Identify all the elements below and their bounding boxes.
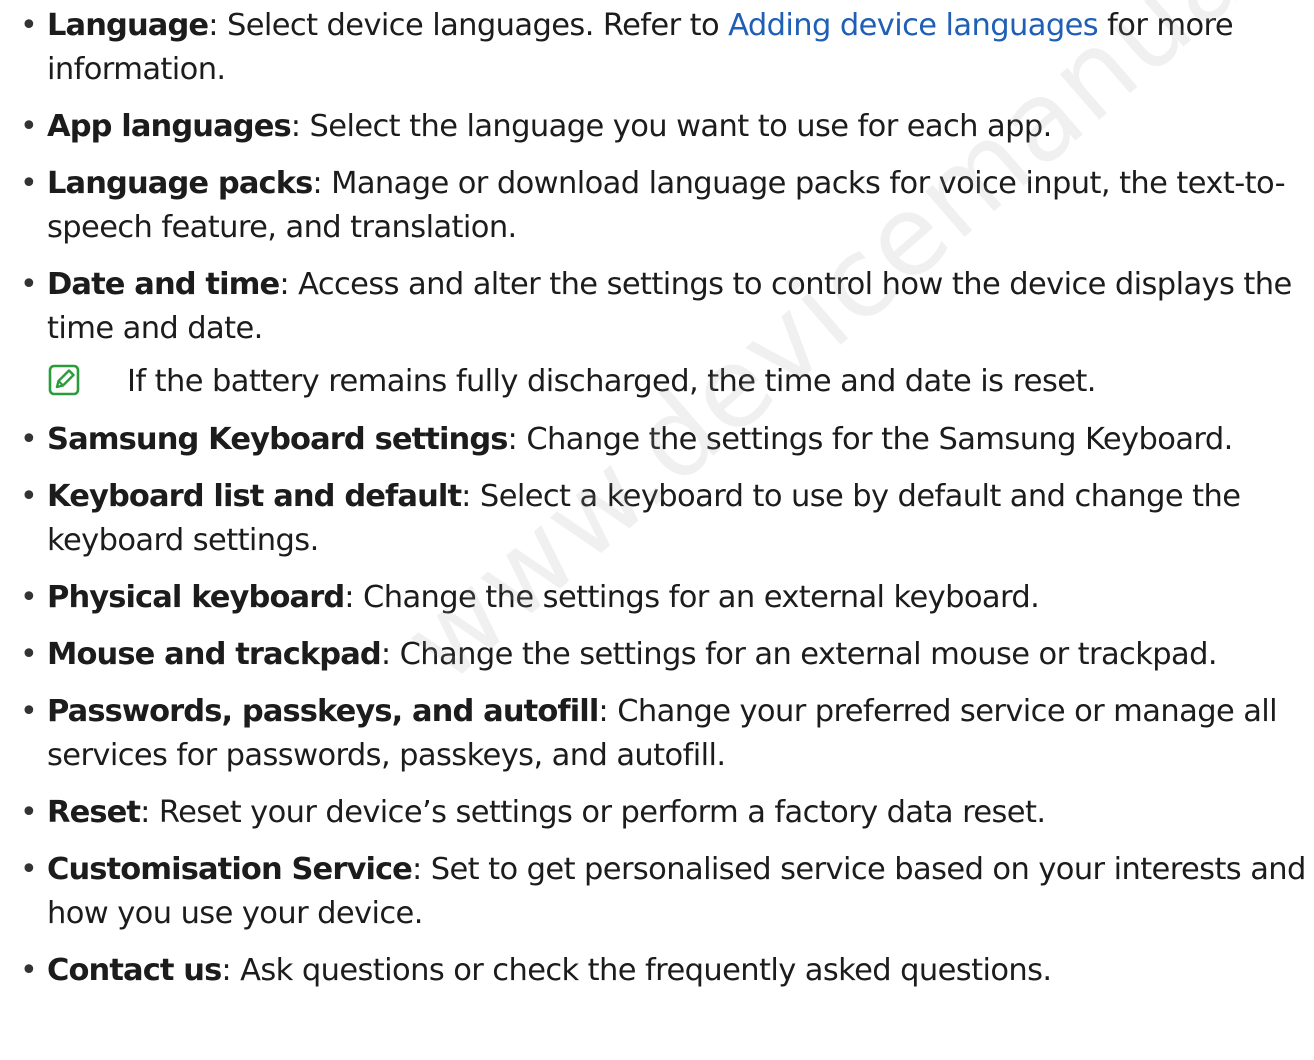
note-text: If the battery remains fully discharged,… [127, 364, 1096, 399]
item-text: : Change the settings for the Samsung Ke… [507, 422, 1234, 457]
bullet: • [20, 166, 38, 201]
item-text: : Select the language you want to use fo… [290, 109, 1053, 144]
bullet: • [20, 852, 38, 887]
bullet: • [20, 953, 38, 988]
list-item-passwords-passkeys-autofill: • Passwords, passkeys, and autofill: Cha… [20, 690, 1312, 778]
item-term: Language packs [47, 166, 313, 201]
list-item-physical-keyboard: • Physical keyboard: Change the settings… [20, 576, 1312, 620]
list-item-app-languages: • App languages: Select the language you… [20, 105, 1312, 149]
bullet: • [20, 580, 38, 615]
item-text: : Change the settings for an external mo… [380, 637, 1218, 672]
item-term: Physical keyboard [47, 580, 345, 615]
adding-device-languages-link[interactable]: Adding device languages [728, 8, 1098, 43]
item-term: Language [47, 8, 209, 43]
item-text: : Select device languages. Refer to [208, 8, 729, 43]
list-item-reset: • Reset: Reset your device’s settings or… [20, 791, 1312, 835]
item-term: Samsung Keyboard settings [47, 422, 508, 457]
note: If the battery remains fully discharged,… [20, 360, 1312, 404]
item-term: Passwords, passkeys, and autofill [47, 694, 599, 729]
manual-page: • Language: Select device languages. Ref… [0, 0, 1314, 1060]
list-item-language: • Language: Select device languages. Ref… [20, 4, 1312, 92]
bullet: • [20, 267, 38, 302]
list-item-contact-us: • Contact us: Ask questions or check the… [20, 949, 1312, 993]
bullet: • [20, 694, 38, 729]
list-item-customisation-service: • Customisation Service: Set to get pers… [20, 848, 1312, 936]
bullet: • [20, 109, 38, 144]
list-item-mouse-and-trackpad: • Mouse and trackpad: Change the setting… [20, 633, 1312, 677]
note-pencil-icon [48, 364, 80, 396]
list-item-language-packs: • Language packs: Manage or download lan… [20, 162, 1312, 250]
item-term: App languages [47, 109, 292, 144]
item-text: : Change the settings for an external ke… [344, 580, 1040, 615]
bullet: • [20, 422, 38, 457]
item-text: : Ask questions or check the frequently … [221, 953, 1052, 988]
item-term: Reset [47, 795, 141, 830]
item-text: : Reset your device’s settings or perfor… [140, 795, 1046, 830]
item-term: Date and time [47, 267, 280, 302]
list-item-samsung-keyboard-settings: • Samsung Keyboard settings: Change the … [20, 418, 1312, 462]
item-term: Customisation Service [47, 852, 413, 887]
bullet: • [20, 637, 38, 672]
item-term: Contact us [47, 953, 222, 988]
item-term: Mouse and trackpad [47, 637, 382, 672]
bullet: • [20, 795, 38, 830]
settings-list: • Language: Select device languages. Ref… [20, 4, 1312, 1006]
bullet: • [20, 479, 38, 514]
list-item-keyboard-list-and-default: • Keyboard list and default: Select a ke… [20, 475, 1312, 563]
list-item-date-and-time: • Date and time: Access and alter the se… [20, 263, 1312, 351]
bullet: • [20, 8, 38, 43]
item-term: Keyboard list and default [47, 479, 462, 514]
